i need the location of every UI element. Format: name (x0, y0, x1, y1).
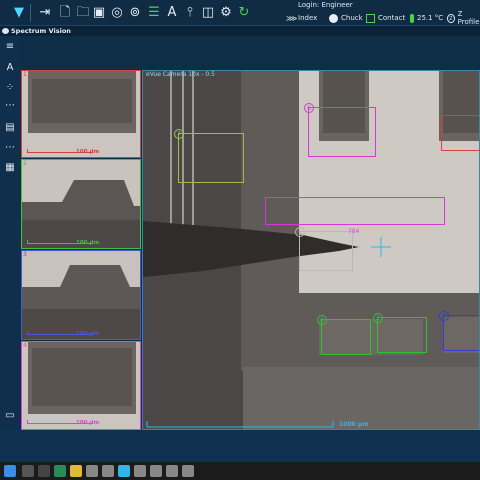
os-taskbar (0, 462, 480, 480)
app-icon[interactable] (182, 465, 194, 477)
contact-label: Contact (378, 14, 406, 22)
z-profile-icon: z (447, 13, 455, 23)
chuck-label: Chuck (341, 14, 363, 22)
app-title-bar: Spectrum Vision (0, 26, 480, 36)
toolbar-separator (30, 4, 31, 22)
thumbnail-number-4: 4 (23, 342, 27, 349)
more-icon[interactable]: ⋯ (3, 140, 17, 154)
thumbnail-panel-4[interactable]: 4 100 µm (21, 341, 141, 430)
roi-number: 1 (295, 227, 305, 237)
thumbnail-number-1: 1 (23, 71, 27, 78)
save-icon[interactable]: ▣ (90, 3, 108, 21)
settings-icon[interactable]: ⚙ (217, 3, 235, 21)
thumbnail-number-2: 2 (23, 160, 27, 167)
text-tool-icon[interactable]: A (3, 60, 17, 74)
roi-box-red[interactable] (441, 115, 479, 151)
antenna-icon[interactable]: ▼ (10, 3, 28, 21)
menu-icon[interactable]: ≡ (3, 39, 17, 53)
spectrum-vision-taskbar-icon[interactable] (118, 465, 130, 477)
thermometer-icon (410, 13, 414, 23)
film-icon[interactable]: ▦ (3, 160, 17, 174)
probe-icon[interactable]: ⫯ (181, 3, 199, 21)
scalebar-label-2: 100 µm (76, 240, 100, 246)
thumbnail-panel-3[interactable]: 3 100 µm (21, 250, 141, 340)
z-profile-status[interactable]: z Z Profile (447, 10, 480, 26)
roi-box-wide-magenta[interactable] (265, 197, 445, 225)
app-logo-icon (2, 28, 9, 34)
roi-number: 6 (304, 103, 314, 113)
login-status: Login: Engineer (298, 1, 353, 9)
refresh-icon[interactable]: ↻ (235, 3, 253, 21)
roi-box-6-green[interactable]: 6 (317, 315, 371, 355)
layout-icon[interactable]: ☰ (145, 3, 163, 21)
z-profile-label: Z Profile (457, 10, 480, 26)
index-status[interactable]: ⋙ Index (286, 12, 317, 24)
app-icon[interactable] (54, 465, 66, 477)
thumbnail-panel-1[interactable]: 1 100 µm (21, 70, 141, 158)
task-view-icon[interactable] (22, 465, 34, 477)
left-rail: ≡ A ⁘ ⋯ ▤ ⋯ ▦ ▭ ? ⚙ (0, 36, 20, 462)
thumbnail-image-1 (22, 71, 140, 157)
top-toolbar: ▼ ⇥ 🗋 🗀 ▣ ◎ ⊚ ☰ A ⫯ ◫ ⚙ ↻ Login: Enginee… (0, 0, 480, 26)
thumbnail-image-3 (22, 251, 140, 339)
thumbnail-number-3: 3 (23, 251, 27, 258)
app-icon[interactable] (150, 465, 162, 477)
app-title: Spectrum Vision (11, 27, 71, 35)
roi-box-3-blue[interactable]: 3 (439, 311, 479, 351)
camera-view[interactable]: 6 7 1 784 6 2 3 1000 µm (142, 70, 480, 430)
temperature-status: 25.1 °C (410, 12, 443, 24)
app-icon[interactable] (38, 465, 50, 477)
status-footer (0, 430, 480, 462)
roi-box-1-gray[interactable]: 1 784 (295, 227, 359, 271)
chart-icon[interactable]: ◫ (199, 3, 217, 21)
app-icon[interactable] (134, 465, 146, 477)
file-explorer-icon[interactable] (70, 465, 82, 477)
thumbnail-panel-2[interactable]: 2 100 µm (21, 159, 141, 249)
contact-status[interactable]: Contact (366, 12, 405, 24)
scalebar-label-4: 100 µm (76, 420, 100, 426)
index-label: Index (298, 14, 318, 22)
roi-number: 2 (373, 313, 383, 323)
camera-scalebar-label: 1000 µm (339, 421, 369, 428)
image-panel-icon[interactable]: ▤ (3, 120, 17, 134)
temperature-label: 25.1 °C (417, 14, 444, 22)
scalebar-label-3: 100 µm (76, 331, 100, 337)
login-arrow-icon[interactable]: ⇥ (36, 3, 54, 21)
windows-start-icon[interactable] (4, 465, 16, 477)
text-overlay-icon[interactable]: A (163, 3, 181, 21)
roi-number: 7 (174, 129, 184, 139)
roi-number: 3 (439, 311, 449, 321)
app-icon[interactable] (86, 465, 98, 477)
roi-box-2-green[interactable]: 2 (373, 313, 427, 353)
more-icon[interactable]: ⋯ (3, 98, 17, 112)
contact-icon (366, 13, 375, 23)
app-icon[interactable] (166, 465, 178, 477)
scalebar-label-1: 100 µm (76, 149, 100, 155)
chuck-icon (329, 13, 338, 23)
new-file-icon[interactable]: 🗋 (56, 3, 74, 21)
camera-title: eVue Camera 10x - 0.5 (146, 71, 215, 78)
target-icon[interactable]: ⊚ (126, 3, 144, 21)
app-icon[interactable] (102, 465, 114, 477)
roi-value-label: 784 (348, 228, 360, 235)
thumbnail-image-2 (22, 160, 140, 248)
battery-icon: ▭ (5, 409, 15, 421)
thumbnail-image-4 (22, 342, 140, 429)
index-icon: ⋙ (286, 13, 298, 23)
roi-box-6-magenta[interactable]: 6 (304, 103, 376, 157)
roi-number: 6 (317, 315, 327, 325)
roi-box-7-olive[interactable]: 7 (174, 129, 244, 183)
wafer-map-icon[interactable]: ◎ (108, 3, 126, 21)
chuck-status[interactable]: Chuck (329, 12, 363, 24)
scan-icon[interactable]: ⁘ (3, 80, 17, 94)
